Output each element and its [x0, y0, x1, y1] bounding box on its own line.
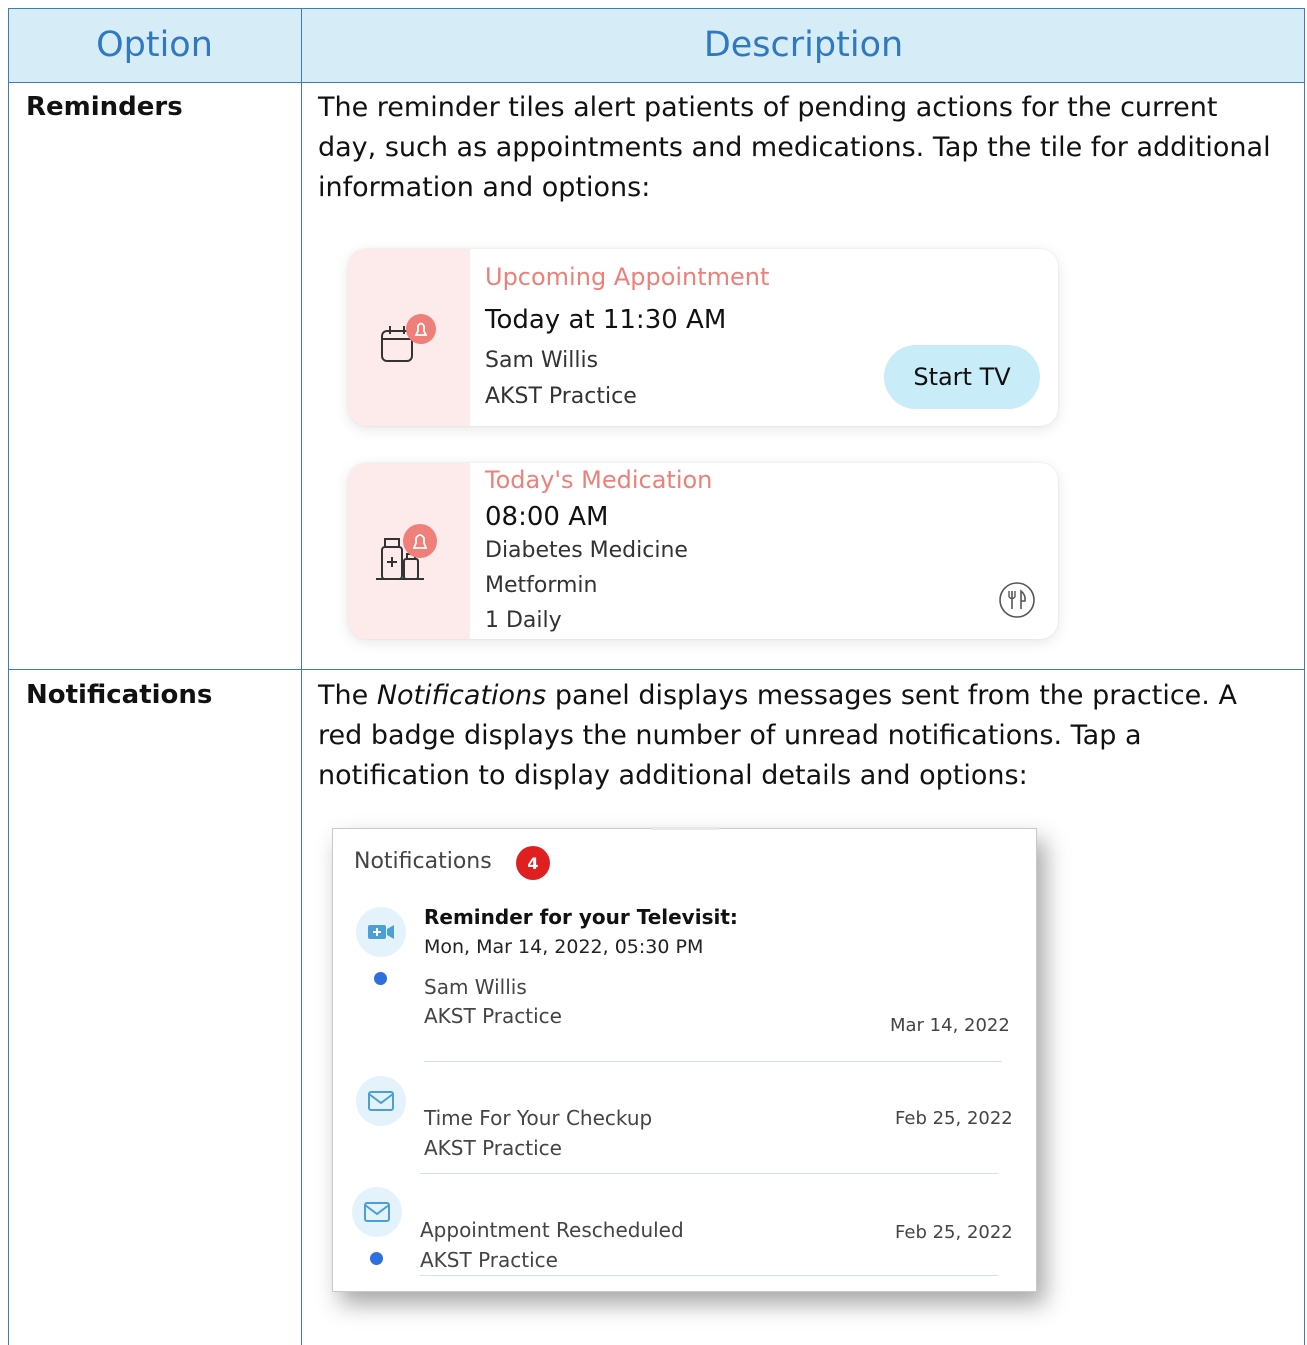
medication-title: Today's Medication: [485, 466, 713, 494]
notification-practice: AKST Practice: [424, 1004, 562, 1028]
option-notifications: Notifications: [26, 680, 213, 710]
notifications-description: The Notifications panel displays message…: [318, 680, 1237, 791]
medication-reminder-card[interactable]: Today's Medication 08:00 AM Diabetes Med…: [348, 463, 1058, 639]
mail-icon: [368, 1091, 394, 1111]
unread-badge: 4: [516, 846, 550, 880]
appointment-title: Upcoming Appointment: [485, 263, 770, 291]
notification-title: Time For Your Checkup: [424, 1106, 653, 1130]
notification-title: Reminder for your Televisit:: [424, 905, 738, 929]
medicine-bottles-bell-icon: [376, 524, 437, 580]
notification-datetime: Mon, Mar 14, 2022, 05:30 PM: [424, 936, 704, 958]
appointment-reminder-card[interactable]: Upcoming Appointment Today at 11:30 AM S…: [348, 249, 1058, 426]
header-option: Option: [96, 25, 213, 65]
notification-date: Mar 14, 2022: [890, 1015, 1010, 1036]
mail-icon: [364, 1202, 390, 1222]
medication-drug: Metformin: [485, 573, 598, 598]
appointment-practice: AKST Practice: [485, 384, 637, 409]
notification-title: Appointment Rescheduled: [420, 1218, 684, 1242]
start-tv-button[interactable]: Start TV: [884, 345, 1040, 409]
medication-time: 08:00 AM: [485, 502, 609, 532]
notifications-panel: Notifications 4 Reminder for your Televi…: [332, 827, 1037, 1292]
reminders-description: The reminder tiles alert patients of pen…: [318, 92, 1271, 203]
options-table: Option Description Reminders The reminde…: [8, 8, 1305, 1345]
medication-category: Diabetes Medicine: [485, 538, 688, 563]
notification-practice: AKST Practice: [424, 1136, 562, 1160]
fork-knife-icon: [999, 582, 1035, 618]
appointment-provider: Sam Willis: [485, 348, 599, 373]
appointment-time: Today at 11:30 AM: [485, 305, 727, 335]
unread-dot: [370, 1252, 383, 1265]
unread-dot: [374, 972, 387, 985]
notification-date: Feb 25, 2022: [895, 1222, 1013, 1243]
video-icon: [368, 925, 394, 939]
table-header: Option Description: [8, 8, 1305, 82]
option-reminders: Reminders: [26, 92, 183, 122]
notification-practice: AKST Practice: [420, 1248, 558, 1272]
notification-date: Feb 25, 2022: [895, 1108, 1013, 1129]
notification-provider: Sam Willis: [424, 975, 527, 999]
notifications-title: Notifications: [354, 849, 492, 874]
header-description: Description: [703, 25, 904, 65]
medication-dose: 1 Daily: [485, 608, 562, 633]
calendar-bell-icon: [381, 314, 436, 362]
